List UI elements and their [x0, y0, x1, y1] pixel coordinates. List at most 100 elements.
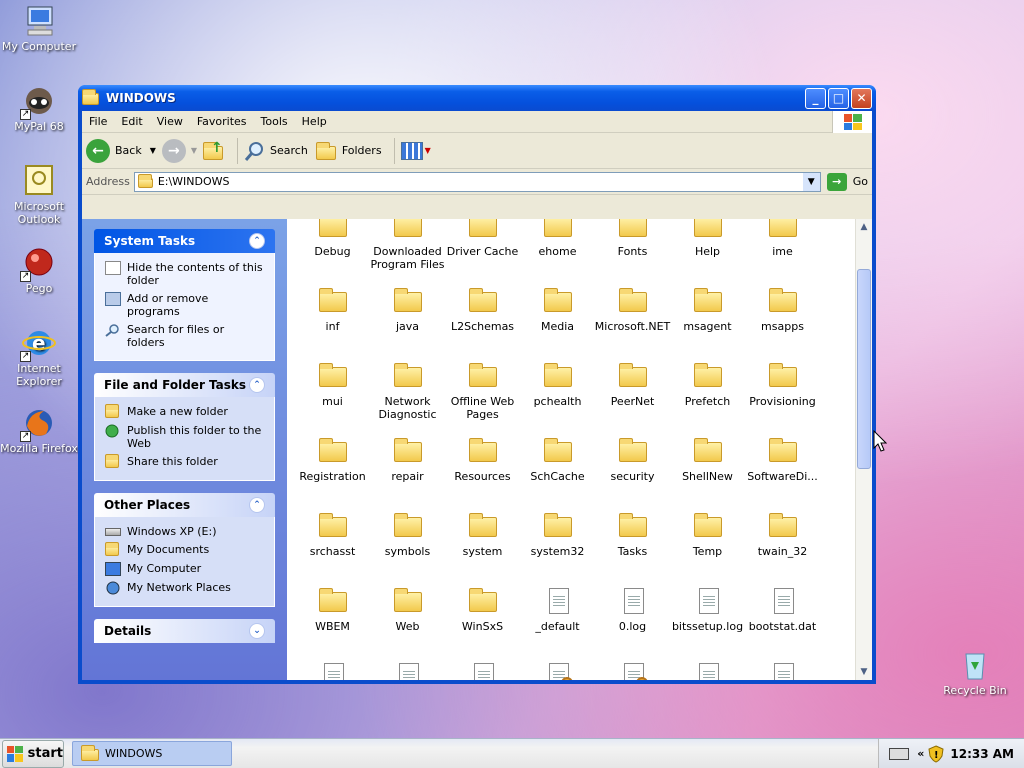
- file-item[interactable]: COM+.log: [370, 661, 445, 680]
- file-item[interactable]: control.ini: [520, 661, 595, 680]
- task-share-folder[interactable]: Share this folder: [105, 454, 264, 469]
- desktop-icon-recycle-bin[interactable]: Recycle Bin: [936, 648, 1014, 697]
- file-item[interactable]: system: [445, 511, 520, 586]
- menu-edit[interactable]: Edit: [114, 115, 149, 128]
- other-places-header[interactable]: Other Places ⌃: [94, 493, 275, 517]
- file-item[interactable]: Driver Cache: [445, 219, 520, 286]
- file-item[interactable]: Web: [370, 586, 445, 661]
- vertical-scrollbar[interactable]: ▲ ▼: [855, 219, 872, 680]
- tray-collapse-button[interactable]: «: [917, 747, 924, 760]
- file-item[interactable]: Help: [670, 219, 745, 286]
- desktop-icon-pego[interactable]: ↗ Pego: [0, 246, 78, 295]
- up-folder-button[interactable]: ↑: [203, 140, 225, 162]
- file-item[interactable]: cmsetacl.log: [295, 661, 370, 680]
- task-search-files[interactable]: Search for files or folders: [105, 323, 264, 349]
- file-item[interactable]: WinSxS: [445, 586, 520, 661]
- place-my-documents[interactable]: My Documents: [105, 542, 264, 557]
- file-item[interactable]: DtcInstall.log: [745, 661, 820, 680]
- file-item[interactable]: Resources: [445, 436, 520, 511]
- menu-help[interactable]: Help: [295, 115, 334, 128]
- file-item[interactable]: system32: [520, 511, 595, 586]
- file-item[interactable]: 0.log: [595, 586, 670, 661]
- go-button[interactable]: → Go: [826, 172, 868, 191]
- views-button[interactable]: ▼: [400, 141, 431, 160]
- file-item[interactable]: Debug: [295, 219, 370, 286]
- file-item[interactable]: Registration: [295, 436, 370, 511]
- security-shield-icon[interactable]: !: [928, 744, 944, 763]
- forward-button[interactable]: → ▼: [161, 138, 197, 163]
- menu-view[interactable]: View: [150, 115, 190, 128]
- task-add-remove-programs[interactable]: Add or remove programs: [105, 292, 264, 318]
- desktop-icon-mypal[interactable]: ↗ MyPal 68: [0, 84, 78, 133]
- desktop-icon-internet-explorer[interactable]: e ↗ Internet Explorer: [0, 326, 78, 388]
- maximize-button[interactable]: □: [828, 87, 849, 109]
- task-publish-web[interactable]: Publish this folder to the Web: [105, 424, 264, 450]
- file-item[interactable]: desktop.ini: [595, 661, 670, 680]
- task-make-new-folder[interactable]: Make a new folder: [105, 404, 264, 419]
- file-item[interactable]: PeerNet: [595, 361, 670, 436]
- collapse-chevron-icon[interactable]: ⌃: [249, 377, 265, 393]
- file-item[interactable]: comsetup.log: [445, 661, 520, 680]
- keyboard-icon[interactable]: [889, 747, 910, 760]
- file-item[interactable]: bitssetup.log: [670, 586, 745, 661]
- expand-chevron-icon[interactable]: ⌄: [249, 623, 265, 639]
- file-item[interactable]: inf: [295, 286, 370, 361]
- desktop-icon-firefox[interactable]: ↗ Mozilla Firefox: [0, 406, 78, 455]
- forward-dropdown-icon[interactable]: ▼: [191, 146, 197, 155]
- system-tasks-header[interactable]: System Tasks ⌃: [94, 229, 275, 253]
- details-header[interactable]: Details ⌄: [94, 619, 275, 643]
- collapse-chevron-icon[interactable]: ⌃: [249, 233, 265, 249]
- file-item[interactable]: repair: [370, 436, 445, 511]
- place-windows-xp-drive[interactable]: Windows XP (E:): [105, 525, 264, 538]
- file-list-view[interactable]: Debug Downloaded Program Files Driver Cach…: [287, 219, 855, 680]
- file-item[interactable]: Temp: [670, 511, 745, 586]
- address-dropdown-icon[interactable]: ▼: [802, 172, 820, 191]
- file-item[interactable]: Downloaded Program Files: [370, 219, 445, 286]
- menu-tools[interactable]: Tools: [254, 115, 295, 128]
- file-item[interactable]: ehome: [520, 219, 595, 286]
- desktop-icon-outlook[interactable]: Microsoft Outlook: [0, 164, 78, 226]
- start-button[interactable]: start: [2, 739, 64, 768]
- address-input[interactable]: E:\WINDOWS ▼: [133, 171, 821, 192]
- file-item[interactable]: Tasks: [595, 511, 670, 586]
- file-item[interactable]: _default: [520, 586, 595, 661]
- file-item[interactable]: bootstat.dat: [745, 586, 820, 661]
- file-item[interactable]: WBEM: [295, 586, 370, 661]
- file-folder-tasks-header[interactable]: File and Folder Tasks ⌃: [94, 373, 275, 397]
- taskbar-item-windows[interactable]: WINDOWS: [72, 741, 232, 766]
- title-bar[interactable]: WINDOWS _ □ ✕: [78, 85, 876, 111]
- menu-file[interactable]: File: [82, 115, 114, 128]
- minimize-button[interactable]: _: [805, 87, 826, 109]
- back-button[interactable]: ← Back ▼: [86, 138, 156, 163]
- scroll-down-icon[interactable]: ▼: [856, 664, 872, 680]
- file-item[interactable]: Prefetch: [670, 361, 745, 436]
- file-item[interactable]: SoftwareDi...: [745, 436, 820, 511]
- file-item[interactable]: L2Schemas: [445, 286, 520, 361]
- task-hide-contents[interactable]: Hide the contents of this folder: [105, 261, 264, 287]
- file-item[interactable]: msapps: [745, 286, 820, 361]
- file-item[interactable]: srchasst: [295, 511, 370, 586]
- scroll-up-icon[interactable]: ▲: [856, 219, 872, 235]
- file-item[interactable]: pchealth: [520, 361, 595, 436]
- file-item[interactable]: Network Diagnostic: [370, 361, 445, 436]
- place-my-network-places[interactable]: My Network Places: [105, 581, 264, 595]
- file-item[interactable]: Fonts: [595, 219, 670, 286]
- file-item[interactable]: twain_32: [745, 511, 820, 586]
- menu-favorites[interactable]: Favorites: [190, 115, 254, 128]
- desktop-icon-my-computer[interactable]: My Computer: [0, 4, 78, 53]
- close-button[interactable]: ✕: [851, 87, 872, 109]
- file-item[interactable]: Media: [520, 286, 595, 361]
- folders-button[interactable]: Folders: [314, 140, 382, 162]
- file-item[interactable]: Offline Web Pages: [445, 361, 520, 436]
- file-item[interactable]: msagent: [670, 286, 745, 361]
- file-item[interactable]: SchCache: [520, 436, 595, 511]
- place-my-computer[interactable]: My Computer: [105, 562, 264, 576]
- file-item[interactable]: ShellNew: [670, 436, 745, 511]
- file-item[interactable]: security: [595, 436, 670, 511]
- file-item[interactable]: symbols: [370, 511, 445, 586]
- file-item[interactable]: java: [370, 286, 445, 361]
- file-item[interactable]: DRsEnsbr.log: [670, 661, 745, 680]
- scrollbar-thumb[interactable]: [857, 269, 871, 469]
- file-item[interactable]: ime: [745, 219, 820, 286]
- file-item[interactable]: mui: [295, 361, 370, 436]
